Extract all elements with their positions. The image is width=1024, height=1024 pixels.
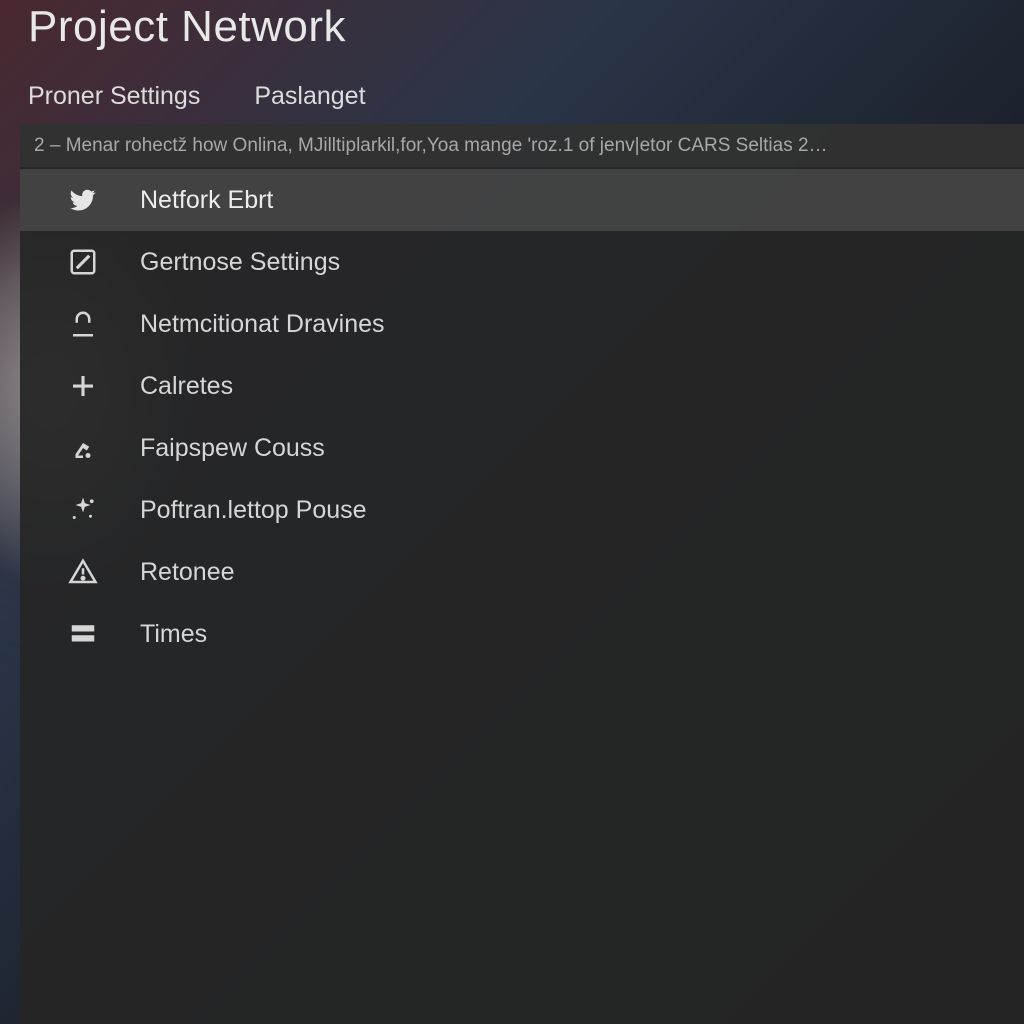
- menu-item-poftran-lettop-pouse[interactable]: Poftran.lettop Pouse: [20, 479, 1024, 541]
- menu-item-netmcitionat-dravines[interactable]: Netmcitionat Dravines: [20, 293, 1024, 355]
- plus-icon: [66, 369, 100, 403]
- settings-panel: 2 – Menar rohectž how Onlina, MJilltipla…: [20, 124, 1024, 1024]
- menu-item-label: Faipspew Couss: [140, 434, 1024, 463]
- tab-bar: Proner Settings Paslanget: [28, 78, 366, 115]
- robot-arm-icon: [66, 431, 100, 465]
- menu-item-netfork-ebrt[interactable]: Netfork Ebrt: [20, 169, 1024, 231]
- bird-icon: [66, 183, 100, 217]
- menu-item-faipspew-couss[interactable]: Faipspew Couss: [20, 417, 1024, 479]
- menu-item-retonee[interactable]: Retonee: [20, 541, 1024, 603]
- sparkle-icon: [66, 493, 100, 527]
- tab-proner-settings[interactable]: Proner Settings: [28, 78, 200, 115]
- info-bar: 2 – Menar rohectž how Onlina, MJilltipla…: [20, 125, 1024, 167]
- rows-icon: [66, 617, 100, 651]
- menu-item-label: Poftran.lettop Pouse: [140, 496, 1024, 525]
- menu-item-label: Retonee: [140, 558, 1024, 587]
- menu-item-label: Netfork Ebrt: [140, 186, 1024, 215]
- menu-item-label: Gertnose Settings: [140, 248, 1024, 277]
- menu-item-gertnose-settings[interactable]: Gertnose Settings: [20, 231, 1024, 293]
- warning-icon: [66, 555, 100, 589]
- menu-item-times[interactable]: Times: [20, 603, 1024, 665]
- lock-icon: [66, 307, 100, 341]
- pencil-icon: [66, 245, 100, 279]
- menu-list: Netfork Ebrt Gertnose Settings Netmcitio…: [20, 167, 1024, 665]
- menu-item-label: Netmcitionat Dravines: [140, 310, 1024, 339]
- tab-paslanget[interactable]: Paslanget: [254, 78, 365, 115]
- menu-item-label: Calretes: [140, 372, 1024, 401]
- menu-item-label: Times: [140, 620, 1024, 649]
- page-title: Project Network: [28, 2, 346, 52]
- menu-item-calretes[interactable]: Calretes: [20, 355, 1024, 417]
